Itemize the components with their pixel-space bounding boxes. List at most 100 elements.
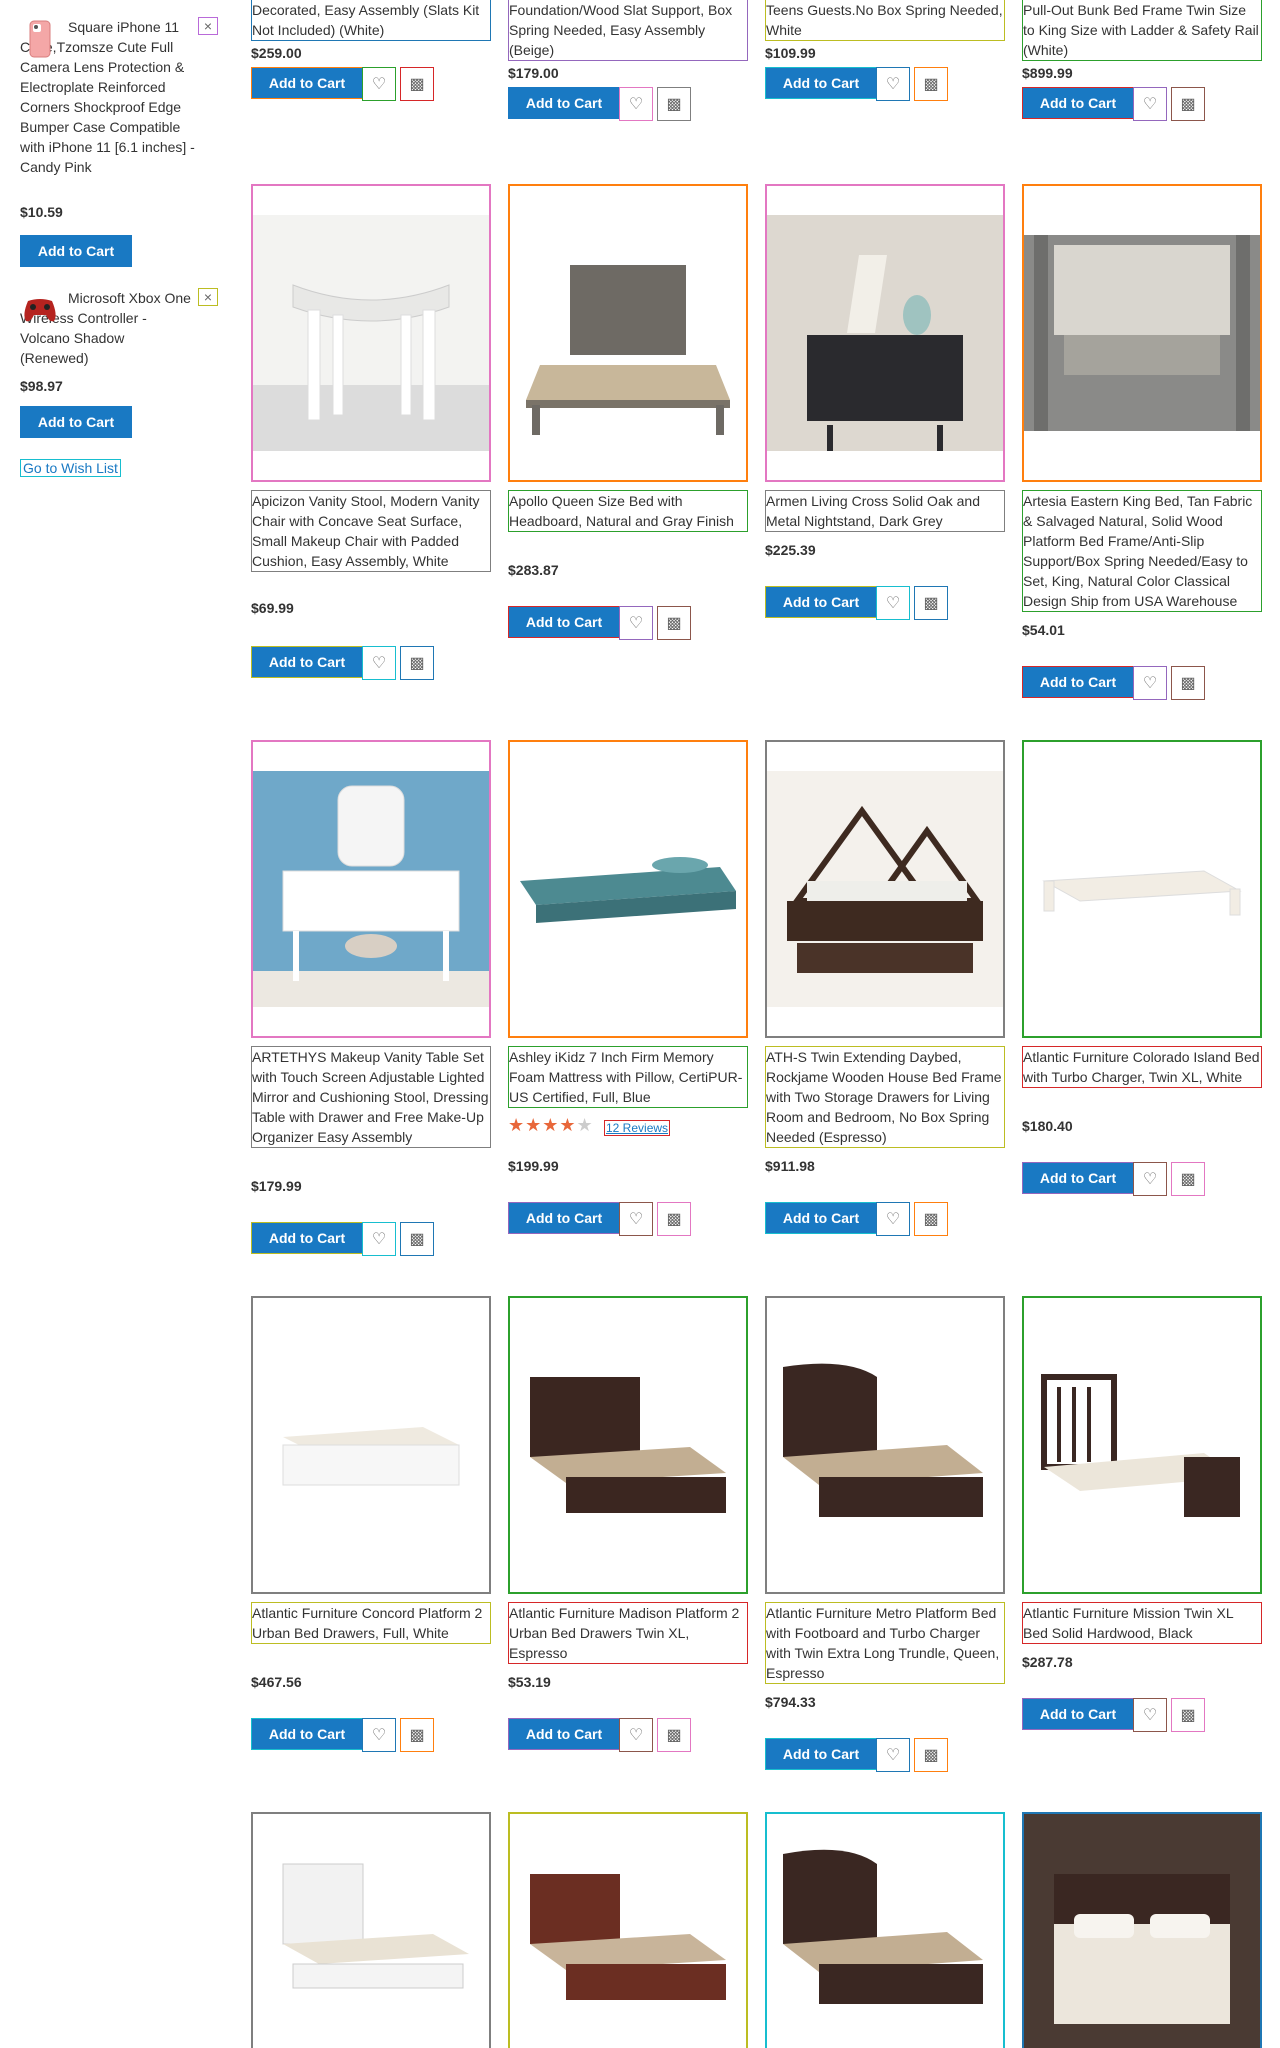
bar-chart-icon[interactable]: ▩	[657, 1718, 691, 1752]
heart-icon[interactable]: ♡	[876, 67, 910, 101]
product-name-link[interactable]: Atlantic Furniture Metro Platform Bed wi…	[765, 1602, 1005, 1684]
product-image[interactable]	[508, 740, 748, 1038]
bar-chart-icon[interactable]: ▩	[400, 1222, 434, 1256]
product-name-link[interactable]: Foundation/Wood Slat Support, Box Spring…	[508, 0, 748, 61]
add-to-cart-button[interactable]: Add to Cart	[251, 1222, 363, 1254]
bar-chart-icon[interactable]: ▩	[1171, 1698, 1205, 1732]
product-image[interactable]	[251, 184, 491, 482]
product-price: $911.98	[765, 1158, 815, 1174]
sidebar-wishlist-item: Microsoft Xbox One Wireless Controller -…	[20, 288, 218, 368]
controller-thumbnail[interactable]	[22, 290, 58, 330]
heart-icon[interactable]: ♡	[362, 1718, 396, 1752]
product-image[interactable]	[765, 1296, 1005, 1594]
bar-chart-icon[interactable]: ▩	[914, 1738, 948, 1772]
product-image[interactable]	[508, 184, 748, 482]
product-name-link[interactable]: Pull-Out Bunk Bed Frame Twin Size to Kin…	[1022, 0, 1262, 61]
product-name-link[interactable]: Atlantic Furniture Concord Platform 2 Ur…	[251, 1602, 491, 1644]
add-to-cart-button[interactable]: Add to Cart	[251, 646, 363, 678]
add-to-cart-button[interactable]: Add to Cart	[765, 67, 877, 99]
add-to-cart-button[interactable]: Add to Cart	[508, 1718, 620, 1750]
product-price: $54.01	[1022, 622, 1065, 638]
product-price: $53.19	[508, 1674, 551, 1690]
add-to-cart-button[interactable]: Add to Cart	[765, 1738, 877, 1770]
product-name-link[interactable]: Armen Living Cross Solid Oak and Metal N…	[765, 490, 1005, 532]
reviews-link[interactable]: 12 Reviews	[604, 1120, 671, 1136]
add-to-cart-button[interactable]: Add to Cart	[508, 606, 620, 638]
heart-icon[interactable]: ♡	[1133, 1698, 1167, 1732]
heart-icon[interactable]: ♡	[362, 67, 396, 101]
bar-chart-icon[interactable]: ▩	[1171, 87, 1205, 121]
product-image[interactable]	[1022, 1296, 1262, 1594]
add-to-cart-button[interactable]: Add to Cart	[508, 87, 620, 119]
add-to-cart-button[interactable]: Add to Cart	[1022, 1162, 1134, 1194]
product-name-link[interactable]: Ashley iKidz 7 Inch Firm Memory Foam Mat…	[508, 1046, 748, 1108]
heart-icon[interactable]: ♡	[1133, 1162, 1167, 1196]
product-image[interactable]	[251, 1812, 491, 2048]
product-name-link[interactable]: Artesia Eastern King Bed, Tan Fabric & S…	[1022, 490, 1262, 612]
product-name-link[interactable]: Apicizon Vanity Stool, Modern Vanity Cha…	[251, 490, 491, 572]
product-name-link[interactable]: ARTETHYS Makeup Vanity Table Set with To…	[251, 1046, 491, 1148]
heart-icon[interactable]: ♡	[1133, 666, 1167, 700]
add-to-cart-button[interactable]: Add to Cart	[1022, 87, 1134, 119]
bar-chart-icon[interactable]: ▩	[1171, 666, 1205, 700]
heart-icon[interactable]: ♡	[362, 1222, 396, 1256]
bar-chart-icon[interactable]: ▩	[914, 67, 948, 101]
add-to-cart-button[interactable]: Add to Cart	[1022, 666, 1134, 698]
product-name-link[interactable]: Atlantic Furniture Madison Platform 2 Ur…	[508, 1602, 748, 1664]
heart-icon[interactable]: ♡	[619, 1202, 653, 1236]
product-image[interactable]	[765, 184, 1005, 482]
bar-chart-icon[interactable]: ▩	[400, 1718, 434, 1752]
product-name-link[interactable]: ATH-S Twin Extending Daybed, Rockjame Wo…	[765, 1046, 1005, 1148]
bar-chart-icon[interactable]: ▩	[657, 606, 691, 640]
bar-chart-icon[interactable]: ▩	[400, 646, 434, 680]
bar-chart-icon[interactable]: ▩	[1171, 1162, 1205, 1196]
heart-icon[interactable]: ♡	[362, 646, 396, 680]
product-price: $199.99	[508, 1158, 559, 1174]
product-image[interactable]	[508, 1812, 748, 2048]
sidebar-item-price: $98.97	[20, 378, 63, 394]
add-to-cart-button[interactable]: Add to Cart	[1022, 1698, 1134, 1730]
bar-chart-icon[interactable]: ▩	[914, 1202, 948, 1236]
add-to-cart-button[interactable]: Add to Cart	[251, 1718, 363, 1750]
product-name-link[interactable]: Atlantic Furniture Mission Twin XL Bed S…	[1022, 1602, 1262, 1644]
product-price: $283.87	[508, 562, 559, 578]
product-name-link[interactable]: Apollo Queen Size Bed with Headboard, Na…	[508, 490, 748, 532]
product-price: $69.99	[251, 600, 294, 616]
product-image[interactable]	[508, 1296, 748, 1594]
product-image[interactable]	[765, 1812, 1005, 2048]
remove-item-button[interactable]: ×	[198, 288, 218, 306]
bar-chart-icon[interactable]: ▩	[657, 1202, 691, 1236]
product-price: $109.99	[765, 45, 816, 61]
heart-icon[interactable]: ♡	[619, 606, 653, 640]
add-to-cart-button[interactable]: Add to Cart	[508, 1202, 620, 1234]
product-image[interactable]	[251, 1296, 491, 1594]
product-image[interactable]	[1022, 1812, 1262, 2048]
sidebar-wishlist-item: Square iPhone 11 Case,Tzomsze Cute Full …	[20, 17, 218, 177]
add-to-cart-button[interactable]: Add to Cart	[251, 67, 363, 99]
add-to-cart-button[interactable]: Add to Cart	[765, 1202, 877, 1234]
product-price: $899.99	[1022, 65, 1073, 81]
go-to-wish-list-link[interactable]: Go to Wish List	[20, 459, 121, 477]
heart-icon[interactable]: ♡	[619, 87, 653, 121]
add-to-cart-button[interactable]: Add to Cart	[765, 586, 877, 618]
product-image[interactable]	[1022, 740, 1262, 1038]
product-image[interactable]	[765, 740, 1005, 1038]
remove-item-button[interactable]: ×	[198, 17, 218, 35]
heart-icon[interactable]: ♡	[1133, 87, 1167, 121]
product-name-link[interactable]: Atlantic Furniture Colorado Island Bed w…	[1022, 1046, 1262, 1088]
sidebar-add-to-cart-button[interactable]: Add to Cart	[20, 406, 132, 438]
product-image[interactable]	[1022, 184, 1262, 482]
product-price: $794.33	[765, 1694, 816, 1710]
bar-chart-icon[interactable]: ▩	[657, 87, 691, 121]
product-name-link[interactable]: Teens Guests.No Box Spring Needed, White	[765, 0, 1005, 41]
bar-chart-icon[interactable]: ▩	[400, 67, 434, 101]
heart-icon[interactable]: ♡	[619, 1718, 653, 1752]
phone-case-thumbnail[interactable]	[22, 19, 58, 59]
product-image[interactable]	[251, 740, 491, 1038]
heart-icon[interactable]: ♡	[876, 1738, 910, 1772]
heart-icon[interactable]: ♡	[876, 586, 910, 620]
product-name-link[interactable]: Decorated, Easy Assembly (Slats Kit Not …	[251, 0, 491, 41]
bar-chart-icon[interactable]: ▩	[914, 586, 948, 620]
sidebar-add-to-cart-button[interactable]: Add to Cart	[20, 235, 132, 267]
heart-icon[interactable]: ♡	[876, 1202, 910, 1236]
